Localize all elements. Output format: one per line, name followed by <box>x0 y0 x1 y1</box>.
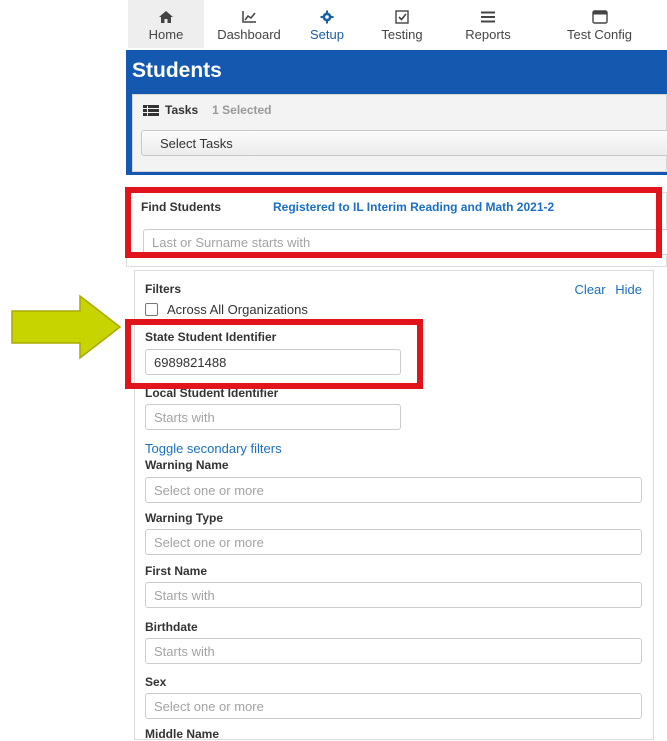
toggle-secondary-filters-link[interactable]: Toggle secondary filters <box>145 441 282 456</box>
nav-label: Reports <box>465 27 511 42</box>
clear-filters-link[interactable]: Clear <box>575 282 606 297</box>
gear-icon <box>320 10 334 24</box>
filters-panel: Filters Clear Hide Across All Organizati… <box>134 270 654 741</box>
nav-dashboard[interactable]: Dashboard <box>204 0 294 48</box>
nav-label: Setup <box>310 27 344 42</box>
filters-actions: Clear Hide <box>569 282 642 297</box>
registration-link[interactable]: Registered to IL Interim Reading and Mat… <box>273 200 554 214</box>
nav-setup[interactable]: Setup <box>294 0 360 48</box>
tasks-header: Tasks 1 Selected <box>143 103 272 117</box>
first-name-label: First Name <box>145 564 208 578</box>
nav-test-config[interactable]: Test Config <box>532 0 667 48</box>
page-title: Students <box>132 59 222 82</box>
birthdate-label: Birthdate <box>145 620 198 634</box>
chart-icon <box>242 11 256 23</box>
nav-label: Home <box>148 27 184 42</box>
across-orgs-checkbox[interactable] <box>145 303 158 316</box>
warning-name-select[interactable] <box>145 477 642 503</box>
warning-type-label: Warning Type <box>145 511 223 525</box>
tasks-label: Tasks <box>165 103 199 117</box>
across-orgs-label: Across All Organizations <box>167 302 308 317</box>
filters-title: Filters <box>145 282 182 296</box>
checkbox-icon <box>395 10 409 24</box>
list-icon <box>481 11 495 23</box>
warning-name-label: Warning Name <box>145 458 229 472</box>
state-id-label: State Student Identifier <box>145 330 277 344</box>
tasks-bar: Tasks 1 Selected Select Tasks <box>132 94 667 172</box>
state-id-input[interactable] <box>145 349 401 375</box>
top-nav: Home Dashboard Setup Testing Reports Tes… <box>128 0 667 50</box>
sex-select[interactable] <box>145 693 642 719</box>
warning-type-select[interactable] <box>145 529 642 555</box>
local-id-input[interactable] <box>145 404 401 430</box>
list-icon <box>143 104 159 116</box>
students-panel: Students Tasks 1 Selected Select Tasks <box>126 50 667 175</box>
local-id-label: Local Student Identifier <box>145 386 279 400</box>
find-students-label: Find Students <box>141 200 221 214</box>
nav-label: Test Config <box>566 27 633 42</box>
arrow-icon <box>11 294 122 360</box>
nav-home[interactable]: Home <box>128 0 204 48</box>
tasks-selected-count: 1 Selected <box>212 103 272 117</box>
sex-label: Sex <box>145 675 167 689</box>
window-icon <box>591 10 608 24</box>
select-tasks-dropdown[interactable]: Select Tasks <box>141 130 667 156</box>
nav-label: Testing <box>381 27 423 42</box>
find-students-box: Find Students Registered to IL Interim R… <box>126 192 667 267</box>
hide-filters-link[interactable]: Hide <box>615 282 642 297</box>
across-orgs-row: Across All Organizations <box>145 302 308 317</box>
nav-testing[interactable]: Testing <box>360 0 444 48</box>
first-name-input[interactable] <box>145 582 642 608</box>
middle-name-label: Middle Name <box>145 727 220 741</box>
home-icon <box>159 11 173 23</box>
nav-reports[interactable]: Reports <box>444 0 532 48</box>
birthdate-input[interactable] <box>145 638 642 664</box>
nav-label: Dashboard <box>217 27 281 42</box>
surname-search-input[interactable] <box>143 229 667 255</box>
